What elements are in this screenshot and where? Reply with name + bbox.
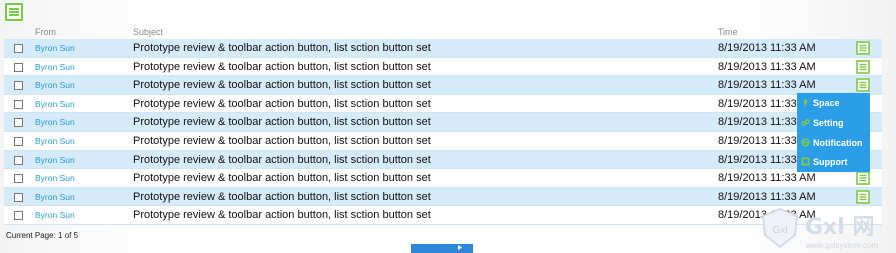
watermark-brand: Gxl 网 — [805, 215, 875, 240]
row-checkbox[interactable] — [14, 136, 23, 146]
row-from[interactable]: Byron Sun — [35, 62, 75, 72]
watermark-shield-icon: Gxl — [761, 207, 799, 249]
flyout-item-space[interactable]: Space — [797, 93, 870, 113]
row-from[interactable]: Byron Sun — [35, 99, 75, 109]
row-from[interactable]: Byron Sun — [35, 43, 75, 53]
row-subject[interactable]: Prototype review & toolbar action button… — [133, 154, 431, 166]
row-time: 8/19/2013 11:33 AM — [718, 172, 816, 185]
table-row[interactable]: Byron Sun Prototype review & toolbar act… — [4, 113, 882, 132]
row-from[interactable]: Byron Sun — [35, 117, 75, 127]
list-menu-icon[interactable] — [5, 3, 23, 21]
space-icon — [803, 98, 808, 107]
table-row[interactable]: Byron Sun Prototype review & toolbar act… — [4, 187, 882, 207]
row-subject[interactable]: Prototype review & toolbar action button… — [133, 79, 431, 91]
row-from[interactable]: Byron Sun — [35, 136, 75, 146]
message-list: Byron Sun Prototype review & toolbar act… — [4, 39, 882, 225]
row-action-flyout: Space Setting Notification Support — [797, 93, 870, 172]
row-subject[interactable]: Prototype review & toolbar action button… — [133, 209, 431, 221]
table-row[interactable]: Byron Sun Prototype review & toolbar act… — [4, 131, 882, 151]
row-action-menu-icon[interactable] — [856, 59, 870, 74]
row-subject[interactable]: Prototype review & toolbar action button… — [133, 191, 431, 203]
pager-next-button[interactable] — [411, 244, 473, 253]
row-subject[interactable]: Prototype review & toolbar action button… — [133, 61, 431, 73]
table-row[interactable]: Byron Sun Prototype review & toolbar act… — [4, 94, 882, 114]
row-checkbox[interactable] — [14, 155, 23, 165]
flyout-item-setting[interactable]: Setting — [797, 113, 870, 133]
flyout-item-support[interactable]: Support — [797, 152, 870, 172]
row-from[interactable]: Byron Sun — [35, 173, 75, 183]
flyout-item-notification[interactable]: Notification — [797, 133, 870, 153]
row-time: 8/19/2013 11:33 AM — [718, 42, 816, 54]
row-from[interactable]: Byron Sun — [35, 192, 75, 202]
watermark: Gxl Gxl 网 www.gxlsystem.com — [760, 205, 890, 253]
row-checkbox[interactable] — [14, 192, 23, 202]
row-subject[interactable]: Prototype review & toolbar action button… — [133, 172, 431, 184]
pager-status: Current Page: 1 of 5 — [6, 231, 79, 240]
row-action-menu-icon[interactable] — [856, 189, 870, 204]
column-header-time[interactable]: Time — [718, 27, 738, 37]
row-checkbox[interactable] — [14, 44, 23, 53]
support-icon — [801, 157, 810, 166]
row-checkbox[interactable] — [14, 174, 23, 184]
table-row[interactable]: Byron Sun Prototype review & toolbar act… — [4, 150, 882, 170]
row-time: 8/19/2013 11:33 AM — [718, 79, 816, 92]
watermark-url: www.gxlsystem.com — [806, 241, 879, 250]
table-row[interactable]: Byron Sun Prototype review & toolbar act… — [4, 206, 882, 225]
table-row[interactable]: Byron Sun Prototype review & toolbar act… — [4, 169, 882, 188]
row-time: 8/19/2013 11:33 AM — [718, 60, 816, 73]
column-header-subject[interactable]: Subject — [133, 27, 163, 37]
table-row[interactable]: Byron Sun Prototype review & toolbar act… — [4, 76, 882, 95]
svg-text:Gxl: Gxl — [773, 225, 788, 236]
table-row[interactable]: Byron Sun Prototype review & toolbar act… — [4, 57, 882, 77]
table-row[interactable]: Byron Sun Prototype review & toolbar act… — [4, 39, 882, 58]
row-checkbox[interactable] — [14, 99, 23, 109]
flyout-item-label: Notification — [813, 137, 863, 148]
column-header-from[interactable]: From — [35, 27, 56, 37]
row-action-menu-icon[interactable] — [856, 78, 870, 92]
row-checkbox[interactable] — [14, 118, 23, 128]
row-from[interactable]: Byron Sun — [35, 210, 75, 220]
row-time: 8/19/2013 11:33 AM — [718, 190, 816, 203]
row-checkbox[interactable] — [14, 81, 23, 91]
flyout-item-label: Space — [813, 98, 840, 108]
row-subject[interactable]: Prototype review & toolbar action button… — [133, 116, 431, 128]
flyout-item-label: Support — [813, 157, 848, 168]
row-subject[interactable]: Prototype review & toolbar action button… — [133, 98, 431, 110]
row-action-menu-icon[interactable] — [856, 41, 870, 55]
row-subject[interactable]: Prototype review & toolbar action button… — [133, 135, 431, 147]
globe-icon — [801, 137, 810, 147]
column-header-row: From Subject Time — [0, 22, 880, 39]
row-subject[interactable]: Prototype review & toolbar action button… — [133, 42, 431, 54]
row-from[interactable]: Byron Sun — [35, 155, 75, 165]
flyout-item-label: Setting — [813, 117, 844, 128]
row-checkbox[interactable] — [14, 211, 23, 221]
row-action-menu-icon[interactable] — [856, 171, 870, 185]
row-from[interactable]: Byron Sun — [35, 80, 75, 90]
row-checkbox[interactable] — [14, 62, 23, 72]
link-icon — [801, 118, 810, 126]
